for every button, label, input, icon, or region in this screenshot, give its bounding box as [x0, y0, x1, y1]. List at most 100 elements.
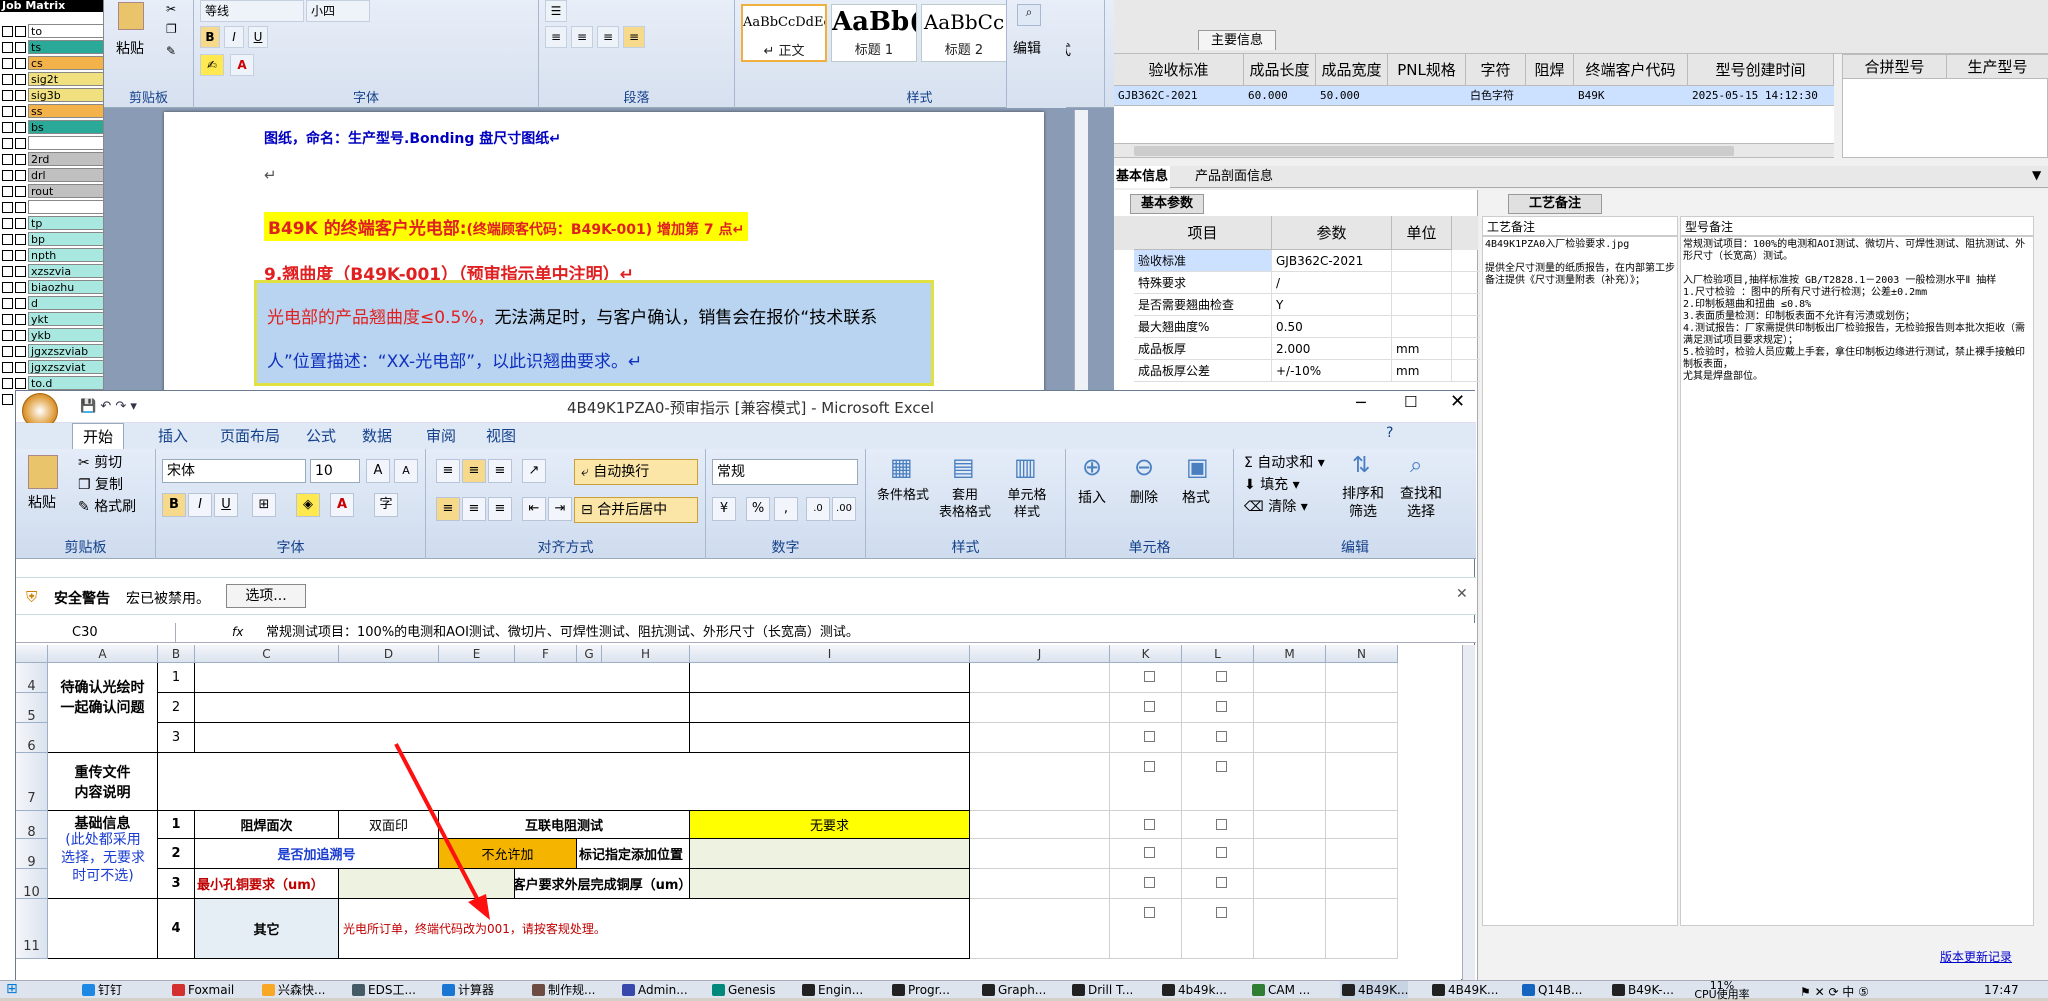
decimal-dec-icon[interactable]: .00	[832, 497, 856, 521]
layer-checkbox[interactable]	[2, 25, 13, 37]
column-header[interactable]: F	[515, 645, 577, 663]
job-matrix-row[interactable]: npth	[0, 248, 103, 262]
format-painter-button[interactable]: ✎ 格式刷	[78, 497, 136, 517]
tab-basic-params[interactable]: 基本参数	[1130, 194, 1204, 214]
paste-icon[interactable]	[118, 2, 144, 30]
job-matrix-row[interactable]: drl	[0, 168, 103, 182]
layer-checkbox[interactable]	[15, 169, 26, 181]
taskbar-item[interactable]: 4B49K...	[1340, 981, 1409, 999]
row-checkbox[interactable]	[1144, 701, 1155, 712]
taskbar-item[interactable]: CAM ...	[1250, 981, 1310, 999]
param-cell[interactable]: 验收标准	[1134, 250, 1272, 272]
grid-cell[interactable]	[1254, 839, 1326, 869]
comma-icon[interactable]: ,	[774, 497, 798, 521]
param-cell[interactable]: GJB362C-2021	[1272, 250, 1392, 272]
maximize-icon[interactable]: ☐	[1404, 393, 1417, 411]
job-matrix-row[interactable]: sig3b	[0, 88, 103, 102]
h-scrollbar-thumb[interactable]	[1134, 146, 1734, 156]
cell-btn-icon[interactable]: ⊖	[1134, 453, 1154, 481]
job-matrix-row[interactable]: biaozhu	[0, 280, 103, 294]
grid-cell[interactable]	[970, 723, 1110, 753]
main-info-cell[interactable]	[1388, 86, 1466, 106]
row-header[interactable]: 4	[16, 663, 48, 694]
param-cell[interactable]: +/-10%	[1272, 360, 1392, 382]
grid-cell[interactable]	[1254, 693, 1326, 723]
layer-checkbox[interactable]	[2, 105, 13, 117]
border-icon[interactable]: ⊞	[252, 493, 276, 517]
grid-cell[interactable]	[1254, 869, 1326, 899]
word-font-size[interactable]: 小四	[306, 0, 370, 22]
grid-cell[interactable]	[1326, 693, 1398, 723]
binoculars-icon[interactable]: ⌕	[1017, 4, 1041, 26]
cell-button[interactable]: 插入	[1078, 487, 1106, 507]
job-matrix-row[interactable]: jgxzszviat	[0, 360, 103, 374]
row-header[interactable]: 10	[16, 869, 48, 900]
grid-cell[interactable]	[970, 811, 1110, 839]
layer-checkbox[interactable]	[15, 137, 26, 149]
excel-tab[interactable]: 视图	[476, 423, 526, 449]
taskbar-item[interactable]: 制作规...	[530, 981, 595, 999]
param-cell[interactable]: /	[1272, 272, 1392, 294]
cell-btn-icon[interactable]: ⊕	[1082, 453, 1102, 481]
row-checkbox[interactable]	[1144, 731, 1155, 742]
job-matrix-row[interactable]: ykt	[0, 312, 103, 326]
layer-checkbox[interactable]	[2, 121, 13, 133]
tab-section-info[interactable]: 产品剖面信息	[1174, 166, 1294, 188]
grid-cell[interactable]	[1326, 753, 1398, 811]
shrink-font-icon[interactable]: A	[394, 459, 418, 483]
row-header[interactable]: 9	[16, 839, 48, 870]
layer-checkbox[interactable]	[2, 313, 13, 325]
param-cell[interactable]	[1392, 294, 1452, 316]
indent-inc-icon[interactable]: ⇥	[548, 497, 572, 521]
excel-align-left-icon[interactable]: ≡	[436, 497, 460, 521]
layer-checkbox[interactable]	[2, 233, 13, 245]
taskbar-item[interactable]: 兴森快...	[260, 981, 325, 999]
main-info-cell[interactable]	[1526, 86, 1574, 106]
style-heading1[interactable]: AaBb(标题 1	[831, 4, 917, 62]
layer-checkbox[interactable]	[2, 169, 13, 181]
decimal-inc-icon[interactable]: .0	[806, 497, 830, 521]
bullets-icon[interactable]: ☰	[545, 0, 567, 22]
job-matrix-row[interactable]	[0, 200, 103, 214]
row-checkbox[interactable]	[1144, 907, 1155, 918]
layer-checkbox[interactable]	[2, 329, 13, 341]
main-info-cell[interactable]: 50.000	[1316, 86, 1388, 106]
column-header[interactable]: C	[195, 645, 339, 663]
cell-button[interactable]: 删除	[1130, 487, 1158, 507]
job-matrix-row[interactable]	[0, 136, 103, 150]
excel-bold-button[interactable]: B	[162, 493, 186, 517]
style-button[interactable]: 单元格 样式	[994, 487, 1060, 521]
column-header[interactable]: E	[439, 645, 515, 663]
taskbar-item[interactable]: Genesis	[710, 981, 776, 999]
format-painter-icon[interactable]: ✎	[166, 44, 176, 58]
style-btn-icon[interactable]: ▤	[952, 453, 975, 481]
cut-button[interactable]: ✂ 剪切	[78, 453, 122, 473]
layer-checkbox[interactable]	[15, 41, 26, 53]
row-checkbox[interactable]	[1144, 877, 1155, 888]
grid-cell[interactable]	[970, 899, 1110, 959]
taskbar-item[interactable]: Q14B...	[1520, 981, 1582, 999]
row-number-cell[interactable]: 2	[158, 839, 195, 869]
word-edit-button[interactable]: 编辑	[1013, 38, 1041, 58]
indent-dec-icon[interactable]: ⇤	[522, 497, 546, 521]
main-info-cell[interactable]: 白色字符	[1466, 86, 1526, 106]
security-close-icon[interactable]: ✕	[1456, 586, 1468, 602]
fill-color-icon[interactable]: ◈	[296, 493, 320, 517]
layer-checkbox[interactable]	[2, 249, 13, 261]
word-scrollbar[interactable]	[1074, 110, 1088, 390]
excel-tab[interactable]: 插入	[148, 423, 198, 449]
align-middle-icon[interactable]: ≡	[462, 459, 486, 483]
layer-checkbox[interactable]	[15, 361, 26, 373]
row-number-cell[interactable]: 2	[158, 693, 195, 723]
bold-button[interactable]: B	[200, 26, 220, 48]
style-button[interactable]: 套用 表格格式	[932, 487, 998, 521]
param-cell[interactable]: 特殊要求	[1134, 272, 1272, 294]
blank-cell[interactable]	[690, 663, 970, 693]
taskbar-item[interactable]: 钉钉	[80, 981, 122, 999]
align-bottom-icon[interactable]: ≡	[488, 459, 512, 483]
layer-checkbox[interactable]	[15, 281, 26, 293]
layer-checkbox[interactable]	[2, 377, 13, 389]
main-info-cell[interactable]: 60.000	[1244, 86, 1316, 106]
mark-label-cell[interactable]: 标记指定添加位置	[577, 839, 690, 869]
sort-filter-icon[interactable]: ⇅	[1352, 453, 1370, 478]
